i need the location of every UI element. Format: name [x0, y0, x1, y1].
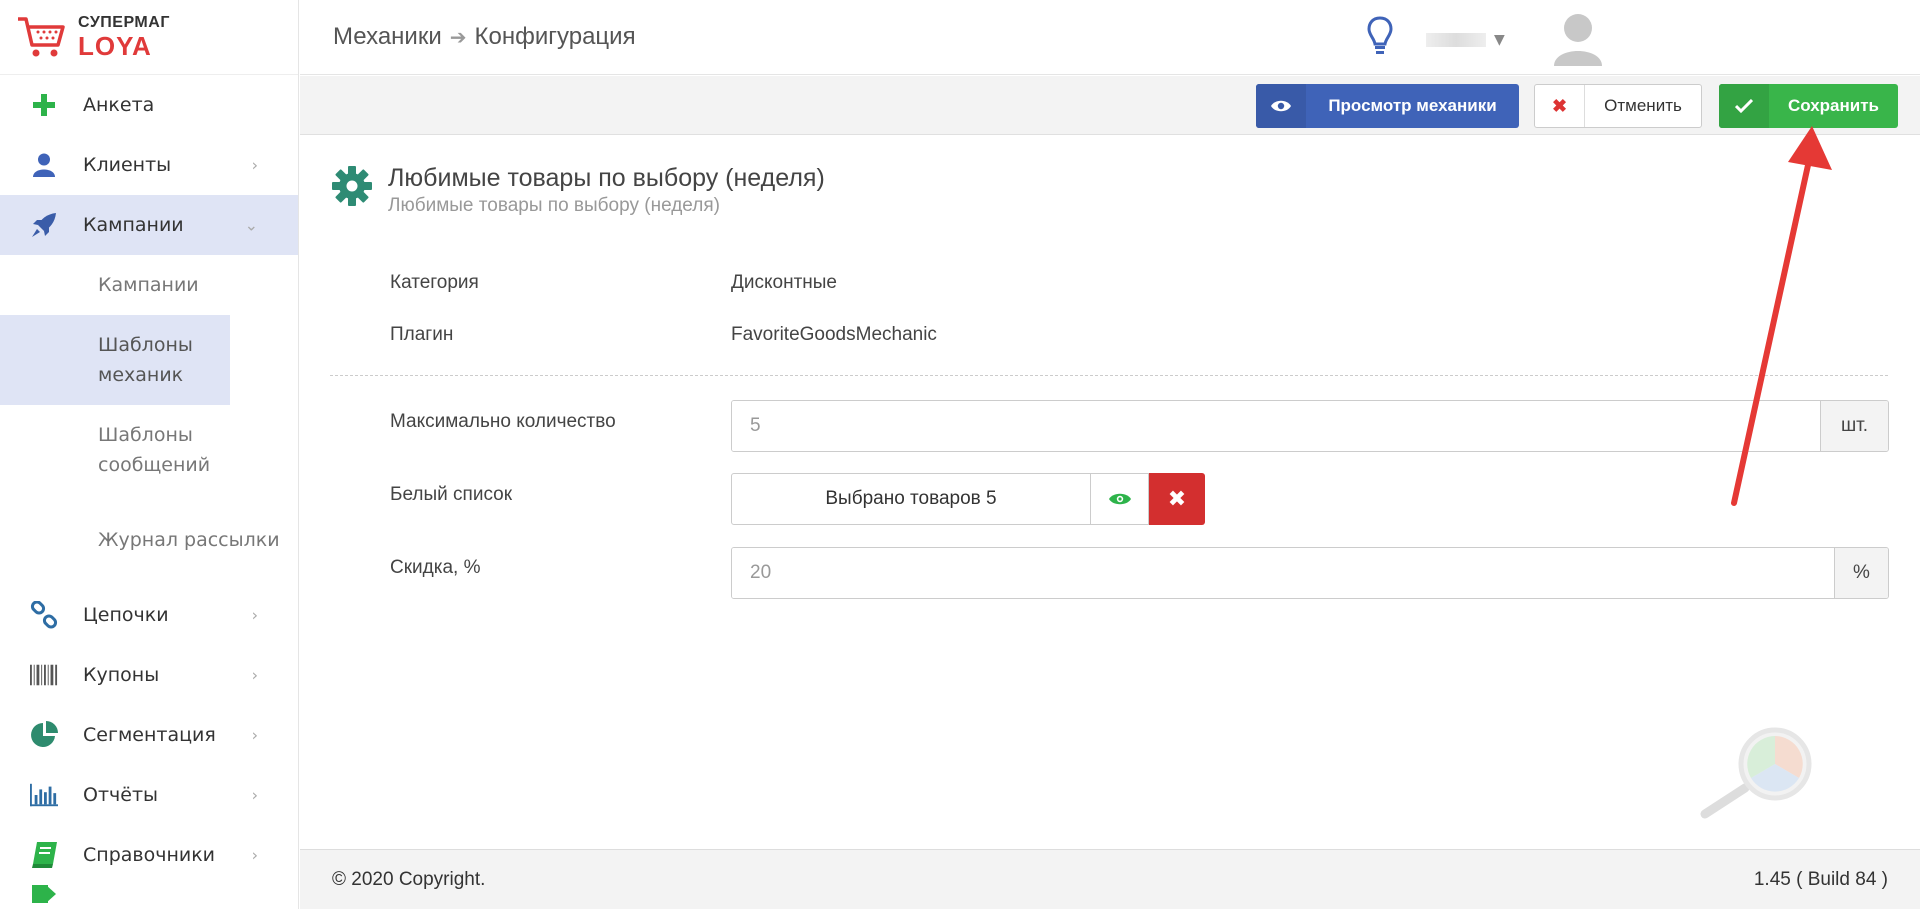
plugin-label: Плагин	[390, 324, 454, 345]
max-quantity-input[interactable]	[732, 401, 1820, 451]
close-icon: ✖	[1167, 486, 1187, 512]
save-label: Сохранить	[1787, 96, 1880, 115]
max-quantity-group: шт.	[731, 400, 1889, 452]
rocket-icon	[30, 211, 58, 239]
user-name[interactable]	[1426, 33, 1486, 47]
sidebar-item-partial[interactable]	[0, 885, 298, 909]
user-icon	[30, 151, 58, 179]
sidebar-subitem-mechanic-templates[interactable]: Шаблоны механик	[0, 315, 230, 405]
sidebar-item-references[interactable]: Справочники ›	[0, 825, 298, 885]
max-quantity-label: Максимально количество	[390, 411, 616, 432]
unit-percent-addon: %	[1834, 548, 1888, 598]
caret-down-icon[interactable]: ▼	[1494, 32, 1505, 48]
sidebar-subitem-message-templates[interactable]: Шаблоны сообщений	[0, 405, 298, 495]
sidebar-item-coupons[interactable]: Купоны ›	[0, 645, 298, 705]
sidebar: СУПЕРМАГ LOYA Анкета Клиенты › Кампании …	[0, 0, 299, 909]
whitelist-label: Белый список	[390, 484, 513, 505]
magnifier-chart-icon	[1700, 727, 1812, 819]
whitelist-clear-button[interactable]: ✖	[1149, 473, 1205, 525]
action-toolbar: Просмотр механики ✖ Отменить Сохранить	[300, 76, 1920, 135]
discount-label: Скидка, %	[390, 557, 481, 578]
divider	[330, 375, 1888, 376]
eye-icon	[1256, 84, 1306, 128]
eye-icon	[1108, 493, 1131, 505]
sidebar-item-label: Справочники	[83, 844, 216, 866]
sidebar-item-label: Сегментация	[83, 724, 216, 746]
chevron-down-icon: ⌄	[244, 215, 258, 235]
breadcrumb-configuration: Конфигурация	[474, 23, 636, 50]
chevron-right-icon: ›	[251, 665, 258, 685]
logo-title: СУПЕРМАГ	[78, 14, 170, 31]
sidebar-item-clients[interactable]: Клиенты ›	[0, 135, 298, 195]
discount-group: %	[731, 547, 1889, 599]
sidebar-item-chains[interactable]: Цепочки ›	[0, 585, 298, 645]
barcode-icon	[30, 661, 58, 689]
avatar[interactable]	[1552, 10, 1604, 66]
sidebar-item-label: Кампании	[83, 214, 184, 236]
version-text: 1.45 ( Build 84 )	[1753, 868, 1888, 890]
save-button[interactable]: Сохранить	[1719, 84, 1898, 128]
chevron-right-icon: ›	[251, 785, 258, 805]
sidebar-subitem-mailing-log[interactable]: Журнал рассылки	[0, 495, 298, 585]
page-title-block: Любимые товары по выбору (неделя) Любимы…	[332, 164, 825, 217]
sidebar-item-segmentation[interactable]: Сегментация ›	[0, 705, 298, 765]
sidebar-item-campaigns[interactable]: Кампании ⌄	[0, 195, 298, 255]
sidebar-item-label: Клиенты	[83, 154, 172, 176]
lightbulb-icon[interactable]	[1367, 16, 1393, 56]
sidebar-item-reports[interactable]: Отчёты ›	[0, 765, 298, 825]
main-content: Любимые товары по выбору (неделя) Любимы…	[300, 136, 1920, 849]
cart-logo-icon	[18, 17, 65, 57]
category-value: Дисконтные	[731, 272, 837, 293]
book-icon	[30, 841, 58, 869]
unit-pcs-addon: шт.	[1820, 401, 1888, 451]
sidebar-item-label: Цепочки	[83, 604, 169, 626]
arrow-right-icon: ➔	[449, 25, 467, 49]
gear-icon	[332, 166, 372, 206]
sidebar-subitem-campaigns[interactable]: Кампании	[0, 255, 298, 315]
chevron-right-icon: ›	[251, 155, 258, 175]
logo-subtitle: LOYA	[78, 31, 152, 61]
view-mechanic-button[interactable]: Просмотр механики	[1256, 84, 1519, 128]
check-icon	[1719, 84, 1769, 128]
plugin-value: FavoriteGoodsMechanic	[731, 324, 937, 345]
chevron-right-icon: ›	[251, 725, 258, 745]
link-icon	[30, 601, 58, 629]
whitelist-select-button[interactable]: Выбрано товаров 5	[731, 473, 1091, 525]
plus-icon	[30, 91, 58, 119]
footer: © 2020 Copyright. 1.45 ( Build 84 )	[300, 849, 1920, 909]
category-label: Категория	[390, 272, 479, 293]
bar-chart-icon	[30, 781, 58, 809]
page-title: Любимые товары по выбору (неделя)	[388, 164, 825, 192]
top-header: Механики ➔ Конфигурация	[300, 0, 1920, 75]
sidebar-item-label: Отчёты	[83, 784, 159, 806]
view-mechanic-label: Просмотр механики	[1328, 96, 1497, 115]
logo[interactable]: СУПЕРМАГ LOYA	[0, 0, 298, 75]
discount-input[interactable]	[732, 548, 1834, 598]
chevron-right-icon: ›	[251, 845, 258, 865]
whitelist-view-button[interactable]	[1091, 473, 1149, 525]
whitelist-picker: Выбрано товаров 5 ✖	[731, 473, 1205, 525]
sidebar-item-label: Анкета	[83, 94, 155, 116]
sidebar-item-survey[interactable]: Анкета	[0, 75, 298, 135]
copyright-text: © 2020 Copyright.	[332, 868, 486, 890]
export-icon	[30, 885, 58, 905]
close-icon: ✖	[1535, 85, 1585, 127]
chevron-right-icon: ›	[251, 605, 258, 625]
cancel-button[interactable]: ✖ Отменить	[1534, 84, 1702, 128]
pie-chart-icon	[30, 721, 58, 749]
page-subtitle: Любимые товары по выбору (неделя)	[388, 195, 720, 216]
breadcrumb-mechanics[interactable]: Механики	[333, 23, 442, 51]
cancel-label: Отменить	[1604, 96, 1682, 115]
sidebar-item-label: Купоны	[83, 664, 160, 686]
